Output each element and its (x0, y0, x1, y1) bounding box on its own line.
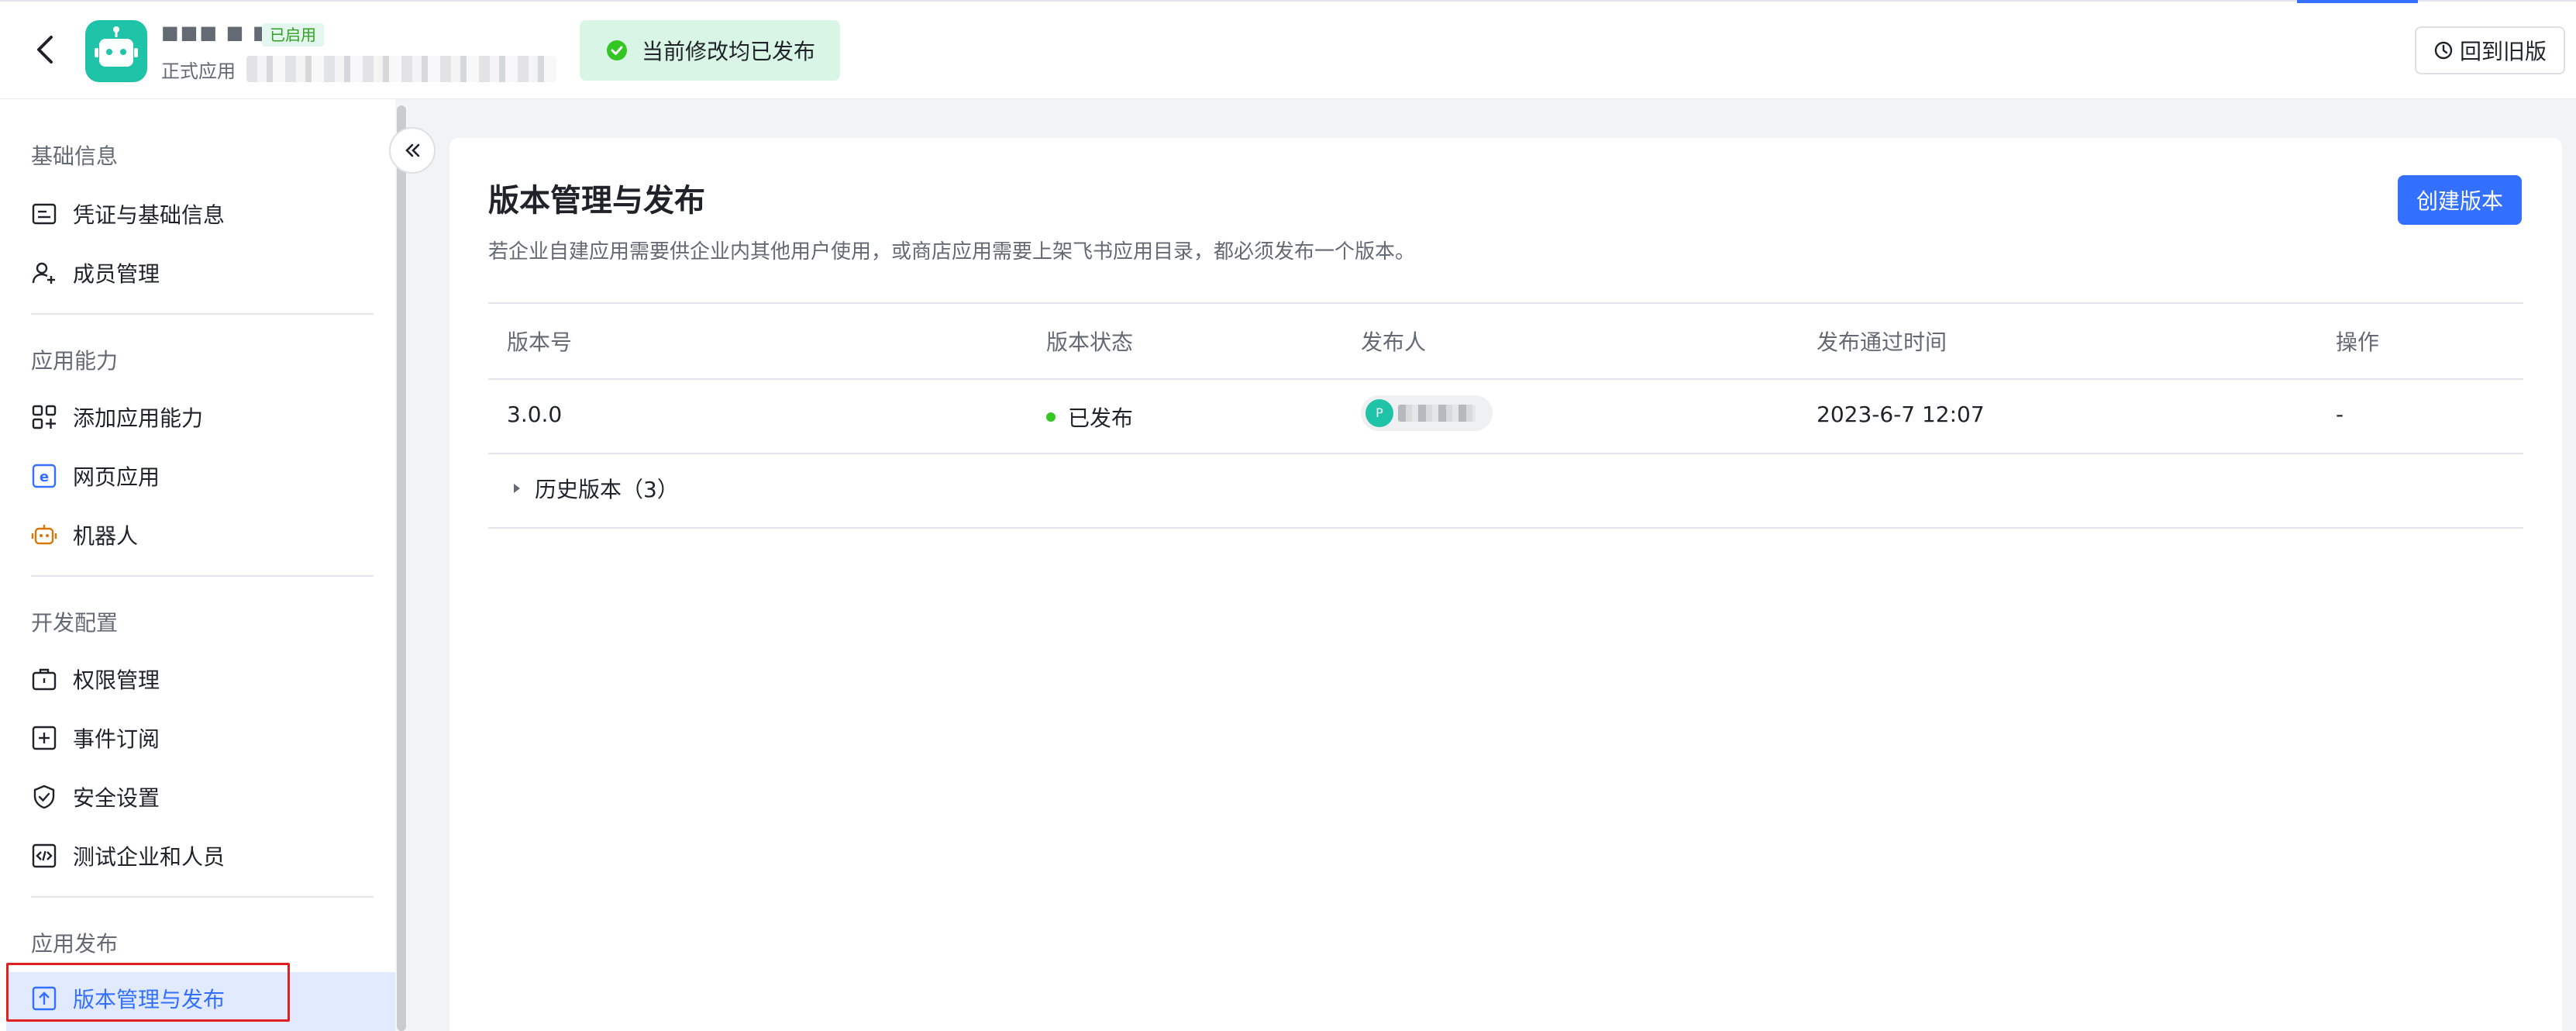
app-subtitle: 正式应用 (161, 60, 236, 82)
status-dot (1046, 412, 1056, 422)
table-top-border (488, 302, 2523, 304)
section-title-publish: 应用发布 (31, 931, 119, 957)
sidebar-item-label: 安全设置 (73, 785, 160, 811)
table-header-border (488, 378, 2523, 380)
app-status-badge: 已启用 (262, 23, 324, 47)
column-header-version: 版本号 (507, 329, 573, 355)
publish-toast: 当前修改均已发布 (580, 20, 840, 81)
caret-right-icon (514, 484, 520, 493)
code-icon (32, 843, 57, 868)
history-icon (2434, 41, 2453, 60)
cell-version: 3.0.0 (507, 402, 563, 427)
chevron-left-icon (37, 36, 53, 64)
history-versions-label: 历史版本（3） (535, 477, 679, 502)
sidebar-item-label: 网页应用 (73, 464, 160, 490)
page-description: 若企业自建应用需要供企业内其他用户使用，或商店应用需要上架飞书应用目录，都必须发… (488, 240, 1416, 264)
sidebar-item-label: 测试企业和人员 (73, 844, 226, 870)
column-header-publisher: 发布人 (1361, 329, 1427, 355)
cell-status: 已发布 (1046, 402, 1133, 433)
sidebar-divider (31, 896, 374, 898)
back-button[interactable] (29, 29, 64, 70)
sidebar-scrollbar[interactable] (397, 105, 406, 1031)
sidebar-item-test-tenants[interactable]: 测试企业和人员 (31, 834, 225, 878)
main-card (449, 138, 2562, 1031)
sidebar-item-label: 权限管理 (73, 667, 160, 693)
cell-publisher[interactable]: P (1361, 395, 1493, 431)
sidebar-item-label: 成员管理 (73, 261, 160, 287)
section-title-basic: 基础信息 (31, 143, 119, 169)
column-header-publish-time: 发布通过时间 (1817, 329, 1947, 355)
app-avatar (85, 20, 147, 82)
app-name: ■■■ ■ ■ (161, 22, 272, 43)
publisher-name-redacted (1398, 405, 1476, 422)
add-user-icon (32, 262, 55, 284)
svg-text:e: e (40, 469, 49, 485)
sidebar-item-label: 事件订阅 (73, 726, 160, 752)
sidebar-divider (31, 575, 374, 577)
briefcase-lock-icon (32, 668, 57, 691)
cell-publish-time: 2023-6-7 12:07 (1817, 402, 1985, 427)
double-chevron-left-icon (405, 143, 420, 157)
column-header-actions: 操作 (2336, 329, 2380, 355)
sidebar-item-security[interactable]: 安全设置 (31, 775, 160, 819)
sidebar-item-add-capability[interactable]: 添加应用能力 (31, 395, 203, 439)
grid-add-icon (32, 405, 57, 429)
sidebar-item-event-subscription[interactable]: 事件订阅 (31, 716, 160, 760)
sidebar-item-label: 机器人 (73, 523, 139, 549)
sidebar-item-members[interactable]: 成员管理 (31, 251, 160, 295)
check-circle-icon (607, 40, 627, 60)
table-bottom-border (488, 527, 2523, 529)
sidebar-item-bot[interactable]: 机器人 (31, 513, 138, 557)
collapse-sidebar-button[interactable] (389, 127, 436, 174)
top-bar (0, 0, 2576, 99)
sidebar-item-credentials[interactable]: 凭证与基础信息 (31, 192, 225, 236)
add-square-icon (32, 726, 57, 750)
robot-icon (31, 525, 57, 545)
create-version-button[interactable]: 创建版本 (2398, 175, 2522, 225)
table-row-border (488, 453, 2523, 454)
publisher-chip[interactable]: P (1361, 395, 1493, 431)
sidebar-item-label: 凭证与基础信息 (73, 202, 226, 228)
id-card-icon (32, 203, 57, 225)
toast-text: 当前修改均已发布 (642, 39, 816, 64)
sidebar-item-permissions[interactable]: 权限管理 (31, 657, 160, 701)
page-title: 版本管理与发布 (488, 183, 705, 219)
section-title-dev-config: 开发配置 (31, 610, 119, 636)
web-app-icon: e (32, 464, 57, 488)
top-accent-bar (2297, 0, 2418, 3)
cell-actions: - (2336, 402, 2344, 427)
publisher-avatar: P (1365, 399, 1393, 427)
sidebar-item-label: 添加应用能力 (73, 405, 204, 431)
restore-label: 回到旧版 (2459, 39, 2547, 64)
highlight-annotation-box (6, 963, 290, 1022)
section-title-capabilities: 应用能力 (31, 348, 119, 374)
sidebar-divider (31, 313, 374, 315)
history-versions-toggle[interactable]: 历史版本（3） (511, 473, 679, 504)
status-text: 已发布 (1068, 405, 1134, 431)
restore-old-version-button[interactable]: 回到旧版 (2415, 26, 2565, 74)
column-header-status: 版本状态 (1046, 329, 1134, 355)
sidebar (0, 99, 395, 1031)
sidebar-item-web-app[interactable]: e 网页应用 (31, 454, 160, 498)
app-id-redacted (246, 56, 556, 82)
shield-icon (33, 784, 55, 809)
robot-icon (95, 26, 138, 67)
